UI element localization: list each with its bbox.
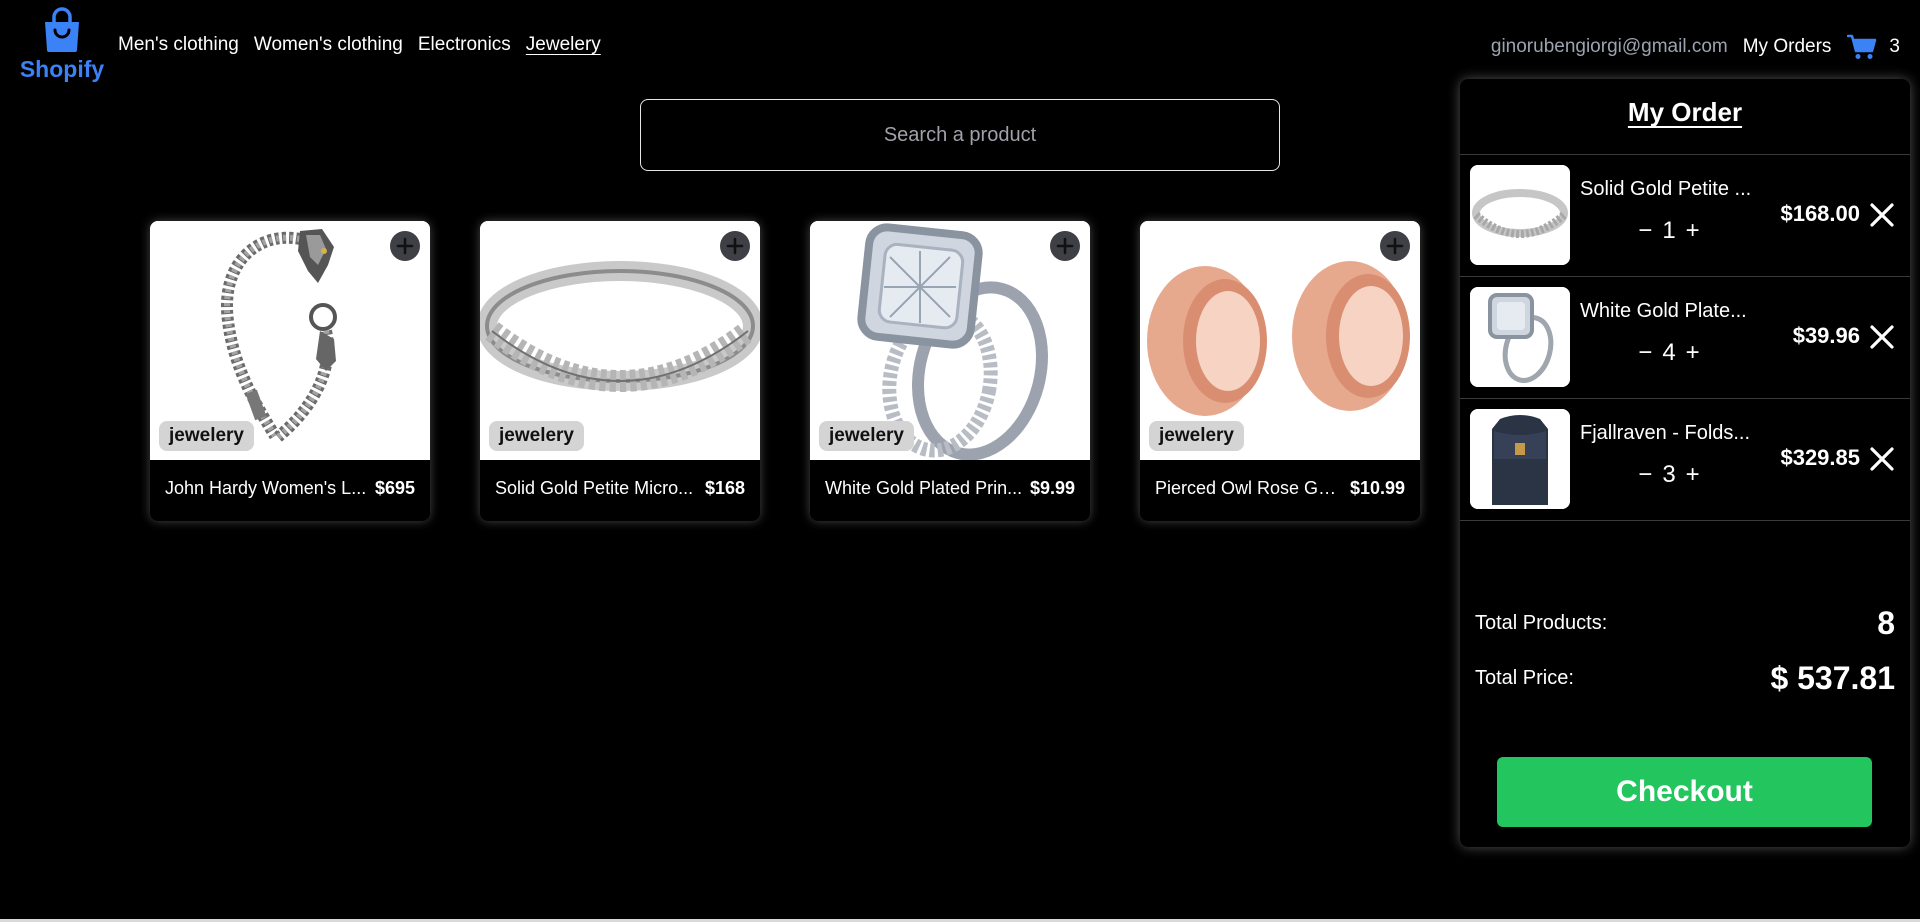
total-price-row: Total Price: $ 537.81 (1475, 660, 1895, 697)
category-nav: Men's clothing Women's clothing Electron… (118, 34, 601, 56)
product-price: $9.99 (1029, 478, 1075, 498)
increment-button[interactable]: + (1686, 339, 1700, 367)
product-price: $168 (704, 478, 745, 498)
close-icon (1870, 203, 1894, 227)
divider (1460, 520, 1910, 521)
order-item-image (1470, 287, 1570, 387)
order-item-name: Solid Gold Petite ... (1580, 178, 1752, 200)
plus-icon (396, 237, 414, 255)
total-price-label: Total Price: (1475, 667, 1574, 689)
nav-link-electronics[interactable]: Electronics (418, 34, 511, 56)
product-price: $10.99 (1349, 478, 1405, 498)
order-item: Fjallraven - Folds... − 3 + $329.85 (1460, 399, 1910, 521)
quantity-stepper: − 4 + (1580, 339, 1758, 367)
order-item: White Gold Plate... − 4 + $39.96 (1460, 277, 1910, 399)
remove-item-button[interactable] (1868, 323, 1896, 351)
product-price: $695 (374, 478, 415, 498)
category-badge: jewelery (819, 421, 914, 451)
product-info: Solid Gold Petite Micro... $168 (495, 478, 745, 499)
product-info: John Hardy Women's L... $695 (165, 478, 415, 499)
silver-ring-thumbnail (1470, 165, 1570, 265)
product-title: Solid Gold Petite Micro... (495, 478, 694, 498)
cart-count: 3 (1889, 36, 1900, 57)
nav-link-jewelery[interactable]: Jewelery (526, 34, 601, 56)
order-item-price: $39.96 (1792, 323, 1860, 348)
order-panel: My Order Solid Gold Petite ... − 1 + $16… (1460, 79, 1910, 847)
product-card[interactable]: jewelery John Hardy Women's L... $695 (150, 221, 430, 521)
close-icon (1870, 447, 1894, 471)
user-email: ginorubengiorgi@gmail.com (1490, 36, 1728, 57)
search-input[interactable] (640, 99, 1280, 171)
product-card[interactable]: jewelery Solid Gold Petite Micro... $168 (480, 221, 760, 521)
decrement-button[interactable]: − (1638, 461, 1652, 489)
quantity-value: 3 (1662, 461, 1676, 488)
product-card[interactable]: jewelery Pierced Owl Rose Gol... $10.99 (1140, 221, 1420, 521)
remove-item-button[interactable] (1868, 201, 1896, 229)
decrement-button[interactable]: − (1638, 339, 1652, 367)
quantity-stepper: − 1 + (1580, 217, 1758, 245)
shopping-cart-icon[interactable] (1847, 34, 1877, 60)
total-products-row: Total Products: 8 (1475, 605, 1895, 642)
add-to-cart-button[interactable] (1050, 231, 1080, 261)
category-badge: jewelery (159, 421, 254, 451)
my-orders-link[interactable]: My Orders (1743, 36, 1832, 58)
add-to-cart-button[interactable] (390, 231, 420, 261)
order-item-image (1470, 165, 1570, 265)
order-item: Solid Gold Petite ... − 1 + $168.00 (1460, 155, 1910, 277)
product-title: White Gold Plated Prin... (825, 478, 1023, 498)
product-info: Pierced Owl Rose Gol... $10.99 (1155, 478, 1405, 499)
user-nav: ginorubengiorgi@gmail.com My Orders 3 (1491, 34, 1900, 60)
diamond-ring-thumbnail (1470, 287, 1570, 387)
total-price-value: $ 537.81 (1770, 660, 1895, 696)
remove-item-button[interactable] (1868, 445, 1896, 473)
decrement-button[interactable]: − (1638, 217, 1652, 245)
product-title: John Hardy Women's L... (165, 478, 367, 498)
plus-icon (1056, 237, 1074, 255)
total-products-label: Total Products: (1475, 612, 1608, 634)
checkout-button[interactable]: Checkout (1497, 757, 1872, 827)
order-title: My Order (1627, 97, 1743, 127)
shopping-bag-icon (45, 7, 79, 52)
order-item-price: $329.85 (1780, 445, 1860, 470)
category-badge: jewelery (1149, 421, 1244, 451)
category-badge: jewelery (489, 421, 584, 451)
order-item-name: White Gold Plate... (1580, 300, 1747, 322)
nav-link-womens-clothing[interactable]: Women's clothing (254, 34, 403, 56)
increment-button[interactable]: + (1686, 461, 1700, 489)
add-to-cart-button[interactable] (1380, 231, 1410, 261)
close-icon (1870, 325, 1894, 349)
order-item-price: $168.00 (1780, 201, 1860, 226)
nav-link-mens-clothing[interactable]: Men's clothing (118, 34, 239, 56)
order-item-image (1470, 409, 1570, 509)
brand-logo[interactable]: Shopify (20, 6, 104, 86)
product-info: White Gold Plated Prin... $9.99 (825, 478, 1075, 499)
backpack-thumbnail (1470, 409, 1570, 509)
quantity-stepper: − 3 + (1580, 461, 1758, 489)
order-item-name: Fjallraven - Folds... (1580, 422, 1751, 444)
increment-button[interactable]: + (1686, 217, 1700, 245)
brand-name: Shopify (19, 56, 105, 82)
add-to-cart-button[interactable] (720, 231, 750, 261)
quantity-value: 4 (1662, 339, 1676, 366)
total-products-value: 8 (1877, 605, 1895, 641)
plus-icon (1386, 237, 1404, 255)
quantity-value: 1 (1662, 217, 1676, 244)
product-card[interactable]: jewelery White Gold Plated Prin... $9.99 (810, 221, 1090, 521)
plus-icon (726, 237, 744, 255)
product-title: Pierced Owl Rose Gol... (1155, 478, 1346, 498)
